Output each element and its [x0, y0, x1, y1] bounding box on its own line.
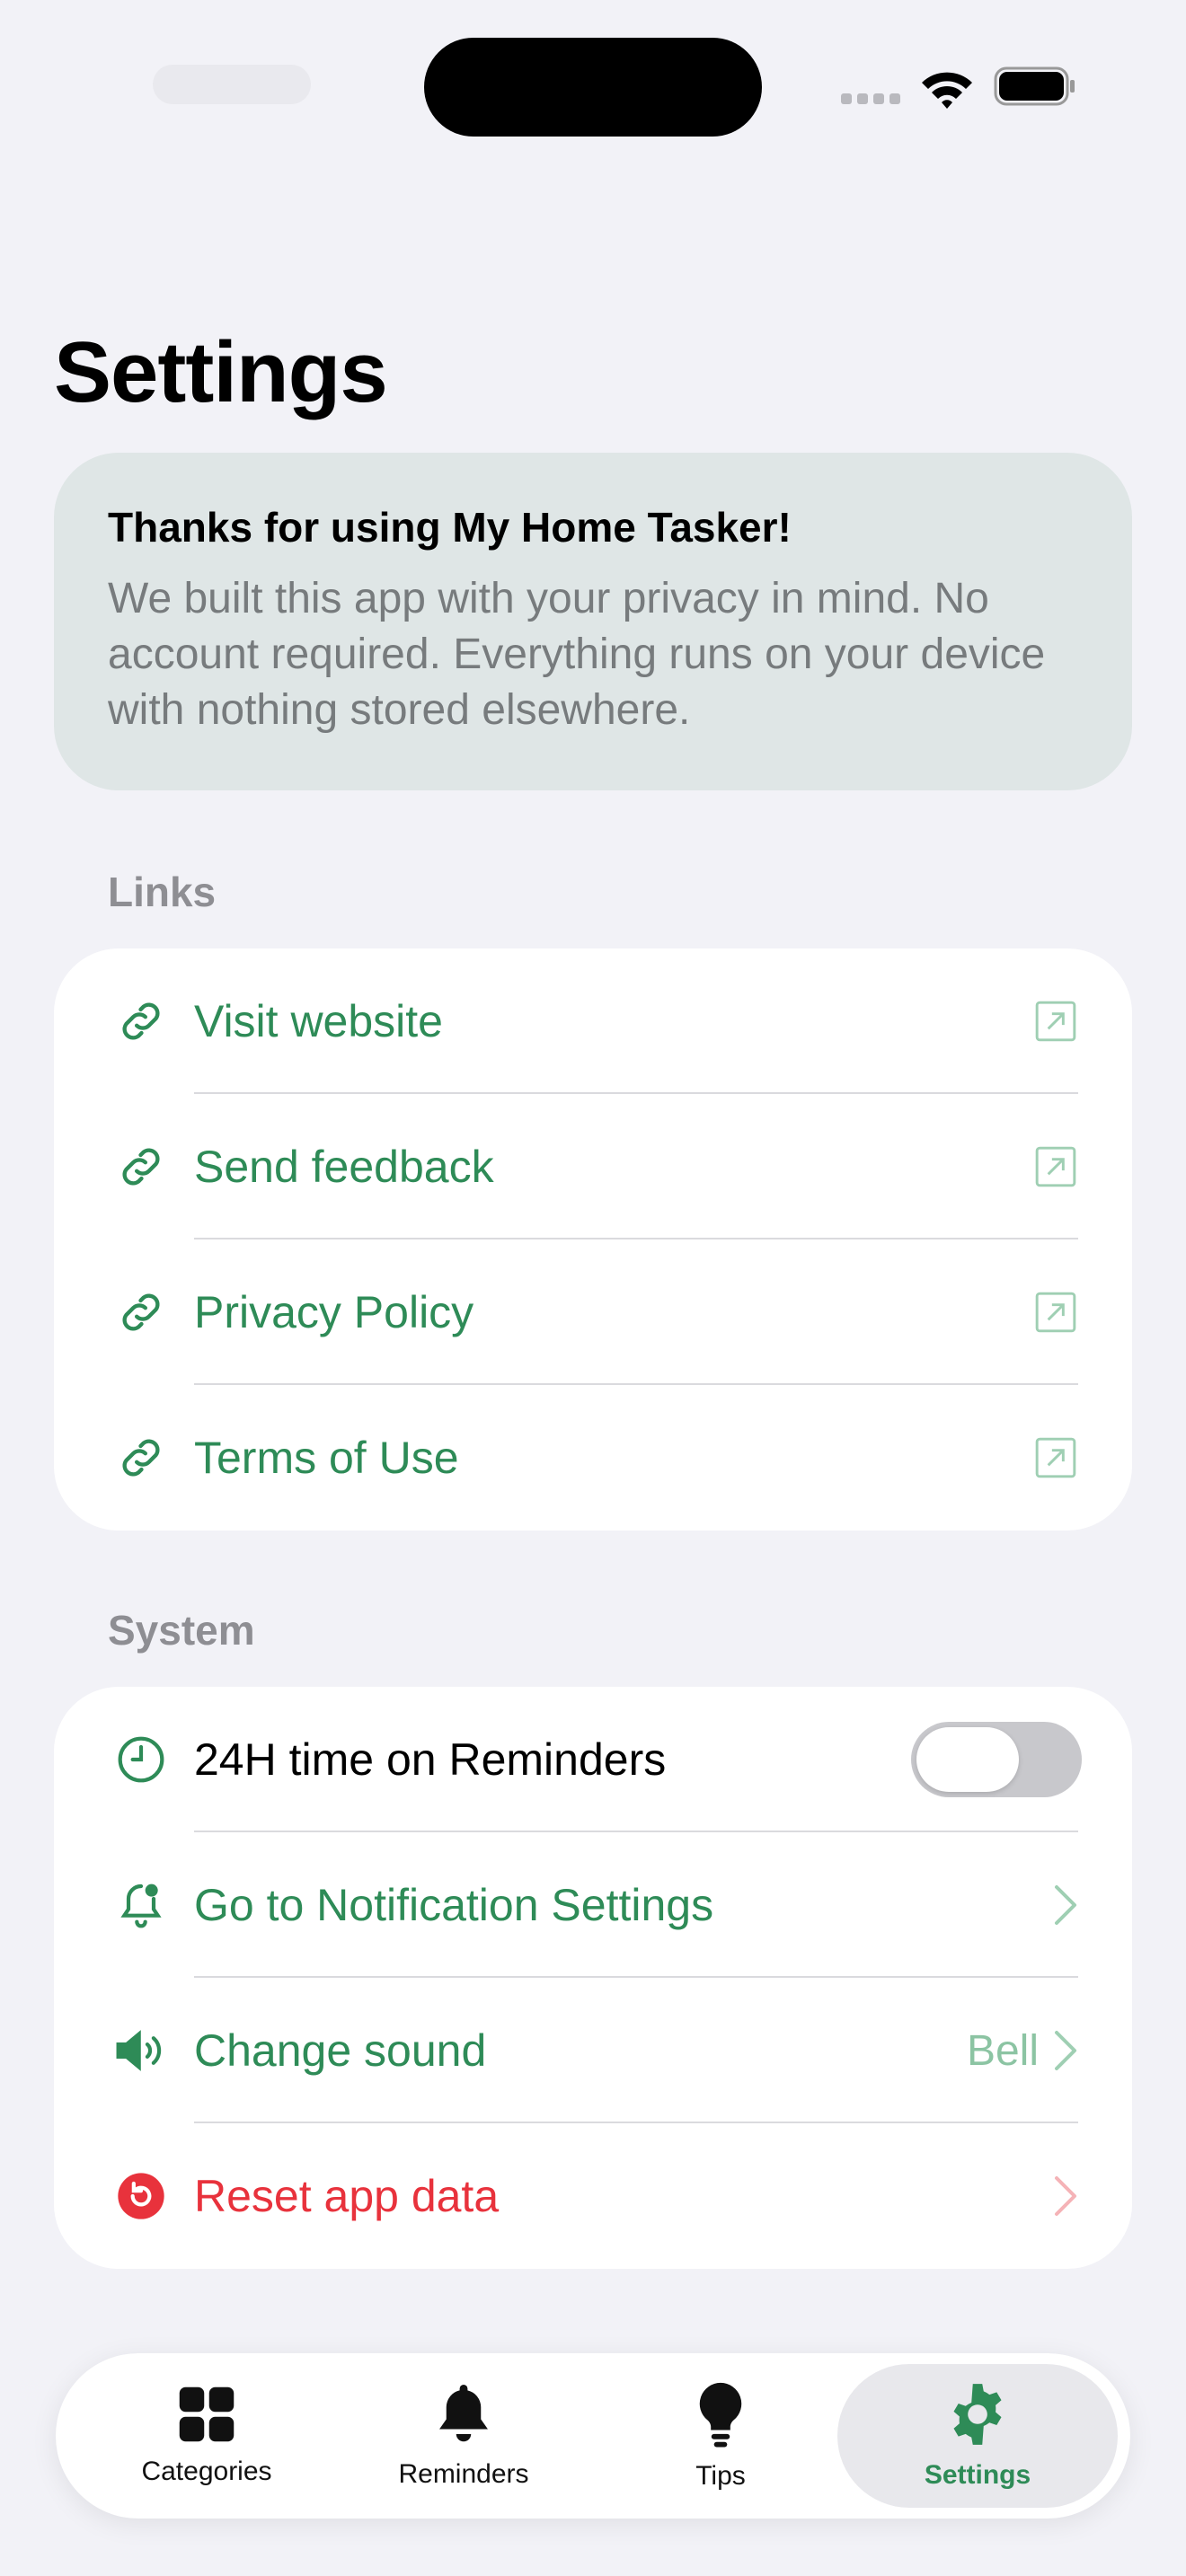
system-section-header: System: [108, 1607, 255, 1654]
battery-icon: [994, 66, 1075, 106]
speaker-icon: [113, 2023, 169, 2078]
links-section-header: Links: [108, 869, 217, 915]
external-link-icon: [1033, 1435, 1078, 1480]
time-24h-toggle[interactable]: [911, 1722, 1082, 1797]
gear-icon: [953, 2384, 1002, 2445]
clock-icon: [113, 1732, 169, 1787]
system-card: 24H time on Reminders Go to Notification…: [54, 1687, 1132, 2269]
chevron-right-icon: [1053, 2175, 1078, 2218]
tab-categories[interactable]: Categories: [72, 2364, 341, 2508]
tab-tips[interactable]: Tips: [586, 2364, 855, 2508]
tab-label: Tips: [695, 2461, 746, 2491]
time-24h-label: 24H time on Reminders: [194, 1734, 667, 1785]
reset-app-data-row[interactable]: Reset app data: [54, 2123, 1132, 2269]
status-bar: [0, 0, 1186, 180]
link-row-send-feedback[interactable]: Send feedback: [54, 1094, 1132, 1239]
cellular-signal-icon: [841, 93, 900, 104]
tab-reminders[interactable]: Reminders: [329, 2364, 598, 2508]
status-time: [153, 65, 311, 104]
tab-label: Settings: [924, 2460, 1031, 2490]
links-card: Visit website Send feedback Privacy Poli…: [54, 948, 1132, 1531]
banner-text: We built this app with your privacy in m…: [108, 575, 1046, 734]
external-link-icon: [1033, 1290, 1078, 1335]
link-label: Send feedback: [194, 1142, 494, 1192]
link-icon: [113, 1430, 169, 1486]
link-icon: [113, 993, 169, 1049]
reset-app-data-label: Reset app data: [194, 2171, 500, 2221]
time-24h-row: 24H time on Reminders: [54, 1687, 1132, 1832]
change-sound-trail: Bell: [967, 2026, 1078, 2076]
page-title: Settings: [54, 324, 388, 420]
tab-bar: Categories Reminders Tips Settings: [56, 2353, 1130, 2519]
change-sound-row[interactable]: Change sound Bell: [54, 1978, 1132, 2123]
external-link-icon: [1033, 1144, 1078, 1189]
dynamic-island: [424, 38, 762, 137]
link-label: Terms of Use: [194, 1433, 459, 1483]
welcome-banner: Thanks for using My Home Tasker! We buil…: [54, 453, 1132, 790]
link-row-visit-website[interactable]: Visit website: [54, 948, 1132, 1094]
notification-settings-label: Go to Notification Settings: [194, 1880, 714, 1930]
tab-label: Categories: [141, 2457, 272, 2486]
chevron-right-icon: [1055, 2031, 1076, 2070]
banner-title: Thanks for using My Home Tasker!: [108, 504, 792, 551]
link-icon: [113, 1139, 169, 1195]
change-sound-label: Change sound: [194, 2025, 487, 2076]
chevron-right-icon: [1053, 1883, 1078, 1927]
link-row-terms-of-use[interactable]: Terms of Use: [54, 1385, 1132, 1531]
link-icon: [113, 1284, 169, 1340]
bell-badge-icon: [113, 1877, 169, 1933]
lightbulb-icon: [699, 2382, 742, 2448]
external-link-icon: [1033, 999, 1078, 1044]
wifi-icon: [922, 72, 972, 109]
notification-settings-row[interactable]: Go to Notification Settings: [54, 1832, 1132, 1978]
tab-settings[interactable]: Settings: [837, 2364, 1118, 2508]
tab-label: Reminders: [398, 2459, 529, 2489]
sound-value: Bell: [966, 2026, 1039, 2075]
grid-icon: [179, 2386, 235, 2442]
link-label: Visit website: [194, 996, 443, 1046]
reset-icon: [113, 2168, 169, 2224]
bell-icon: [439, 2385, 488, 2442]
link-row-privacy-policy[interactable]: Privacy Policy: [54, 1239, 1132, 1385]
link-label: Privacy Policy: [194, 1287, 474, 1337]
